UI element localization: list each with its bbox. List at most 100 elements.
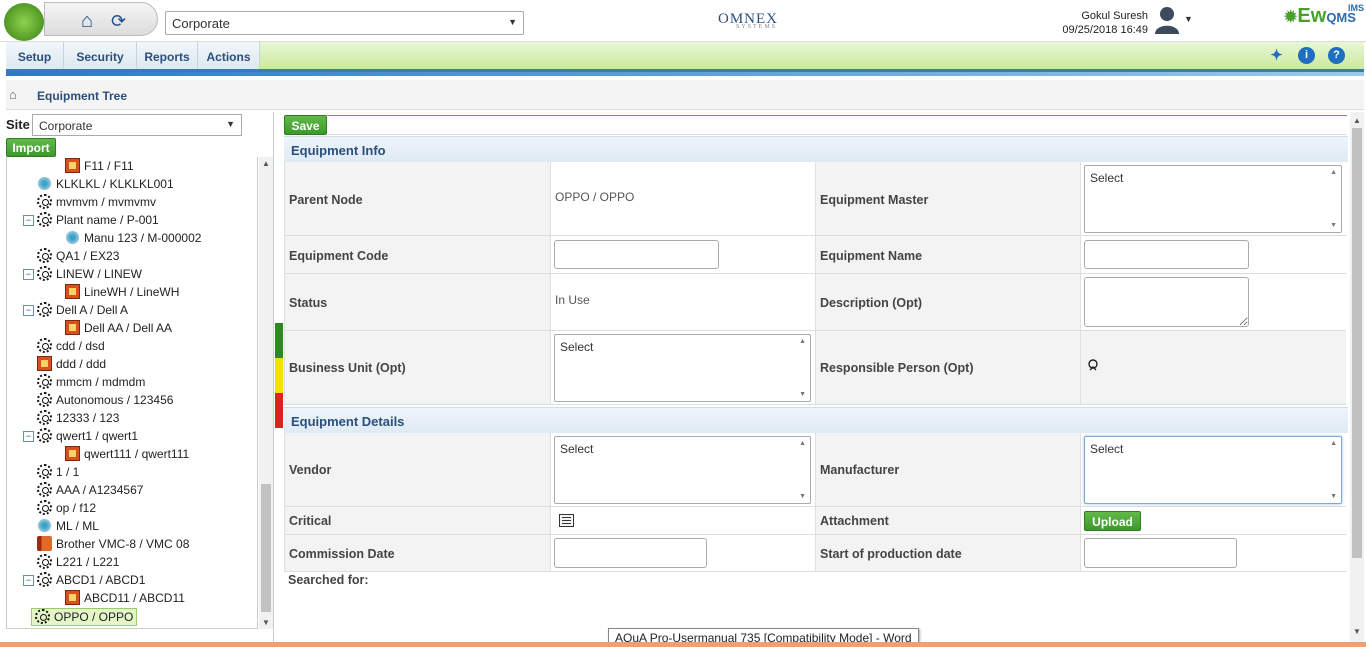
equipment-master-select[interactable]: Select ▲ ▼: [1084, 165, 1342, 233]
page-scrollbar[interactable]: ▲ ▼: [1350, 112, 1364, 642]
tree-node[interactable]: 1 / 1: [37, 464, 79, 482]
business-unit-label: Business Unit (Opt): [289, 361, 406, 375]
menu-actions[interactable]: Actions: [198, 42, 260, 69]
tree-node[interactable]: LineWH / LineWH: [65, 284, 179, 302]
scroll-up-icon[interactable]: ▲: [1330, 440, 1337, 447]
tree-node[interactable]: KLKLKL / KLKLKL001: [37, 176, 174, 194]
scroll-down-icon[interactable]: ▼: [1353, 627, 1361, 636]
start-production-input[interactable]: [1084, 538, 1237, 568]
top-header: ⌂ ⟳ Corporate ▼ OMNEX SYSTEMS Gokul Sure…: [0, 0, 1366, 42]
description-cell: [1080, 274, 1346, 330]
tree-node[interactable]: cdd / dsd: [37, 338, 105, 356]
parent-node-label: Parent Node: [289, 193, 363, 207]
tree-node[interactable]: F11 / F11: [65, 158, 134, 176]
vendor-select[interactable]: Select ▲ ▼: [554, 436, 811, 504]
person-picker-icon[interactable]: [1087, 359, 1099, 371]
manufacturer-select[interactable]: Select ▲ ▼: [1084, 436, 1342, 504]
parent-node-value-cell: OPPO / OPPO: [550, 162, 815, 235]
refresh-icon[interactable]: ⟳: [111, 11, 126, 32]
business-unit-select[interactable]: Select ▲ ▼: [554, 334, 811, 402]
collapse-toggle-icon[interactable]: −: [23, 431, 34, 442]
tree-node-label: Plant name / P-001: [56, 213, 159, 227]
description-textarea[interactable]: [1084, 277, 1249, 327]
scroll-down-icon[interactable]: ▼: [799, 493, 806, 500]
site-dropdown-top[interactable]: Corporate ▼: [165, 11, 524, 35]
tree-scrollbar-thumb[interactable]: [261, 484, 271, 612]
tree-node[interactable]: − qwert1 / qwert1: [23, 428, 138, 446]
left-panel: Site Corporate ▼ Import F11 / F11 KLKLKL …: [0, 112, 274, 642]
scroll-up-icon[interactable]: ▲: [1330, 169, 1337, 176]
gear-icon: [37, 464, 52, 479]
tree-scrollbar[interactable]: ▲ ▼: [259, 157, 273, 629]
home-icon[interactable]: ⌂: [81, 10, 93, 33]
tree-node[interactable]: Manu 123 / M-000002: [65, 230, 201, 248]
critical-cell: [550, 507, 815, 534]
save-button[interactable]: Save: [284, 115, 327, 135]
collapse-toggle-icon[interactable]: −: [23, 305, 34, 316]
critical-checklist-icon[interactable]: [559, 514, 574, 527]
commission-date-label: Commission Date: [289, 547, 395, 561]
tree-node-label: 1 / 1: [56, 465, 80, 479]
menu-setup[interactable]: Setup: [6, 42, 64, 69]
tree-node[interactable]: QA1 / EX23: [37, 248, 119, 266]
gear-icon: [37, 554, 52, 569]
scroll-down-icon[interactable]: ▼: [1330, 493, 1337, 500]
app-logo[interactable]: [4, 3, 44, 41]
tree-node[interactable]: ML / ML: [37, 518, 99, 536]
tree-node[interactable]: ddd / ddd: [37, 356, 106, 374]
tree-node-label: mvmvm / mvmvmv: [56, 195, 156, 209]
upload-button[interactable]: Upload: [1084, 511, 1141, 531]
tree-node[interactable]: mmcm / mdmdm: [37, 374, 145, 392]
tree-node-label: LineWH / LineWH: [84, 285, 180, 299]
form-row-dates: Commission Date Start of production date: [284, 535, 1346, 572]
site-dropdown[interactable]: Corporate ▼: [32, 114, 242, 136]
tree-node[interactable]: ABCD11 / ABCD11: [65, 590, 185, 608]
tree-node[interactable]: qwert111 / qwert111: [65, 446, 189, 464]
tree-node[interactable]: − ABCD1 / ABCD1: [23, 572, 145, 590]
commission-date-input[interactable]: [554, 538, 707, 568]
scroll-down-icon[interactable]: ▼: [262, 618, 270, 627]
scroll-down-icon[interactable]: ▼: [799, 391, 806, 398]
commission-date-cell: [550, 535, 815, 571]
tree-node[interactable]: Dell AA / Dell AA: [65, 320, 172, 338]
scroll-up-icon[interactable]: ▲: [799, 440, 806, 447]
home-tab: ⌂ ⟳: [44, 2, 158, 36]
tree-node[interactable]: Autonomous / 123456: [37, 392, 173, 410]
import-button[interactable]: Import: [6, 138, 56, 157]
tree-node[interactable]: mvmvm / mvmvmv: [37, 194, 156, 212]
tree-node-label: LINEW / LINEW: [56, 267, 143, 281]
user-menu-caret-icon[interactable]: ▼: [1184, 14, 1193, 24]
menu-security[interactable]: Security: [64, 42, 137, 69]
collapse-toggle-icon[interactable]: −: [23, 215, 34, 226]
tree-node[interactable]: L221 / L221: [37, 554, 119, 572]
scroll-down-icon[interactable]: ▼: [1330, 222, 1337, 229]
tree-node[interactable]: 12333 / 123: [37, 410, 119, 428]
equipment-code-cell: [550, 236, 815, 273]
gear-icon: [37, 482, 52, 497]
tree-node[interactable]: − Dell A / Dell A: [23, 302, 128, 320]
equipment-code-input[interactable]: [554, 240, 719, 269]
tree-node[interactable]: − LINEW / LINEW: [23, 266, 142, 284]
menu-reports[interactable]: Reports: [137, 42, 198, 69]
scroll-up-icon[interactable]: ▲: [799, 338, 806, 345]
collapse-toggle-icon[interactable]: −: [23, 575, 34, 586]
tree-node[interactable]: AAA / A1234567: [37, 482, 143, 500]
attachment-label-cell: Attachment: [815, 507, 1080, 534]
form-row-critical: Critical Attachment Upload: [284, 507, 1346, 535]
breadcrumb-home-icon[interactable]: ⌂: [9, 87, 17, 102]
tree-node[interactable]: − Plant name / P-001: [23, 212, 159, 230]
tree-node[interactable]: OPPO / OPPO: [31, 608, 138, 626]
scroll-up-icon[interactable]: ▲: [262, 159, 270, 168]
equipment-name-input[interactable]: [1084, 240, 1249, 269]
equipment-details-header: Equipment Details: [284, 407, 1348, 433]
help-icon[interactable]: ?: [1328, 47, 1345, 64]
user-avatar-icon[interactable]: [1152, 4, 1182, 34]
scroll-up-icon[interactable]: ▲: [1353, 116, 1361, 125]
info-icon[interactable]: i: [1298, 47, 1315, 64]
collapse-toggle-icon[interactable]: −: [23, 269, 34, 280]
tree-node[interactable]: Brother VMC-8 / VMC 08: [37, 536, 189, 554]
page-scrollbar-thumb[interactable]: [1352, 128, 1362, 558]
cog-icon: [65, 230, 80, 245]
tree-node[interactable]: op / f12: [37, 500, 96, 518]
pin-icon[interactable]: ✦: [1268, 47, 1285, 64]
